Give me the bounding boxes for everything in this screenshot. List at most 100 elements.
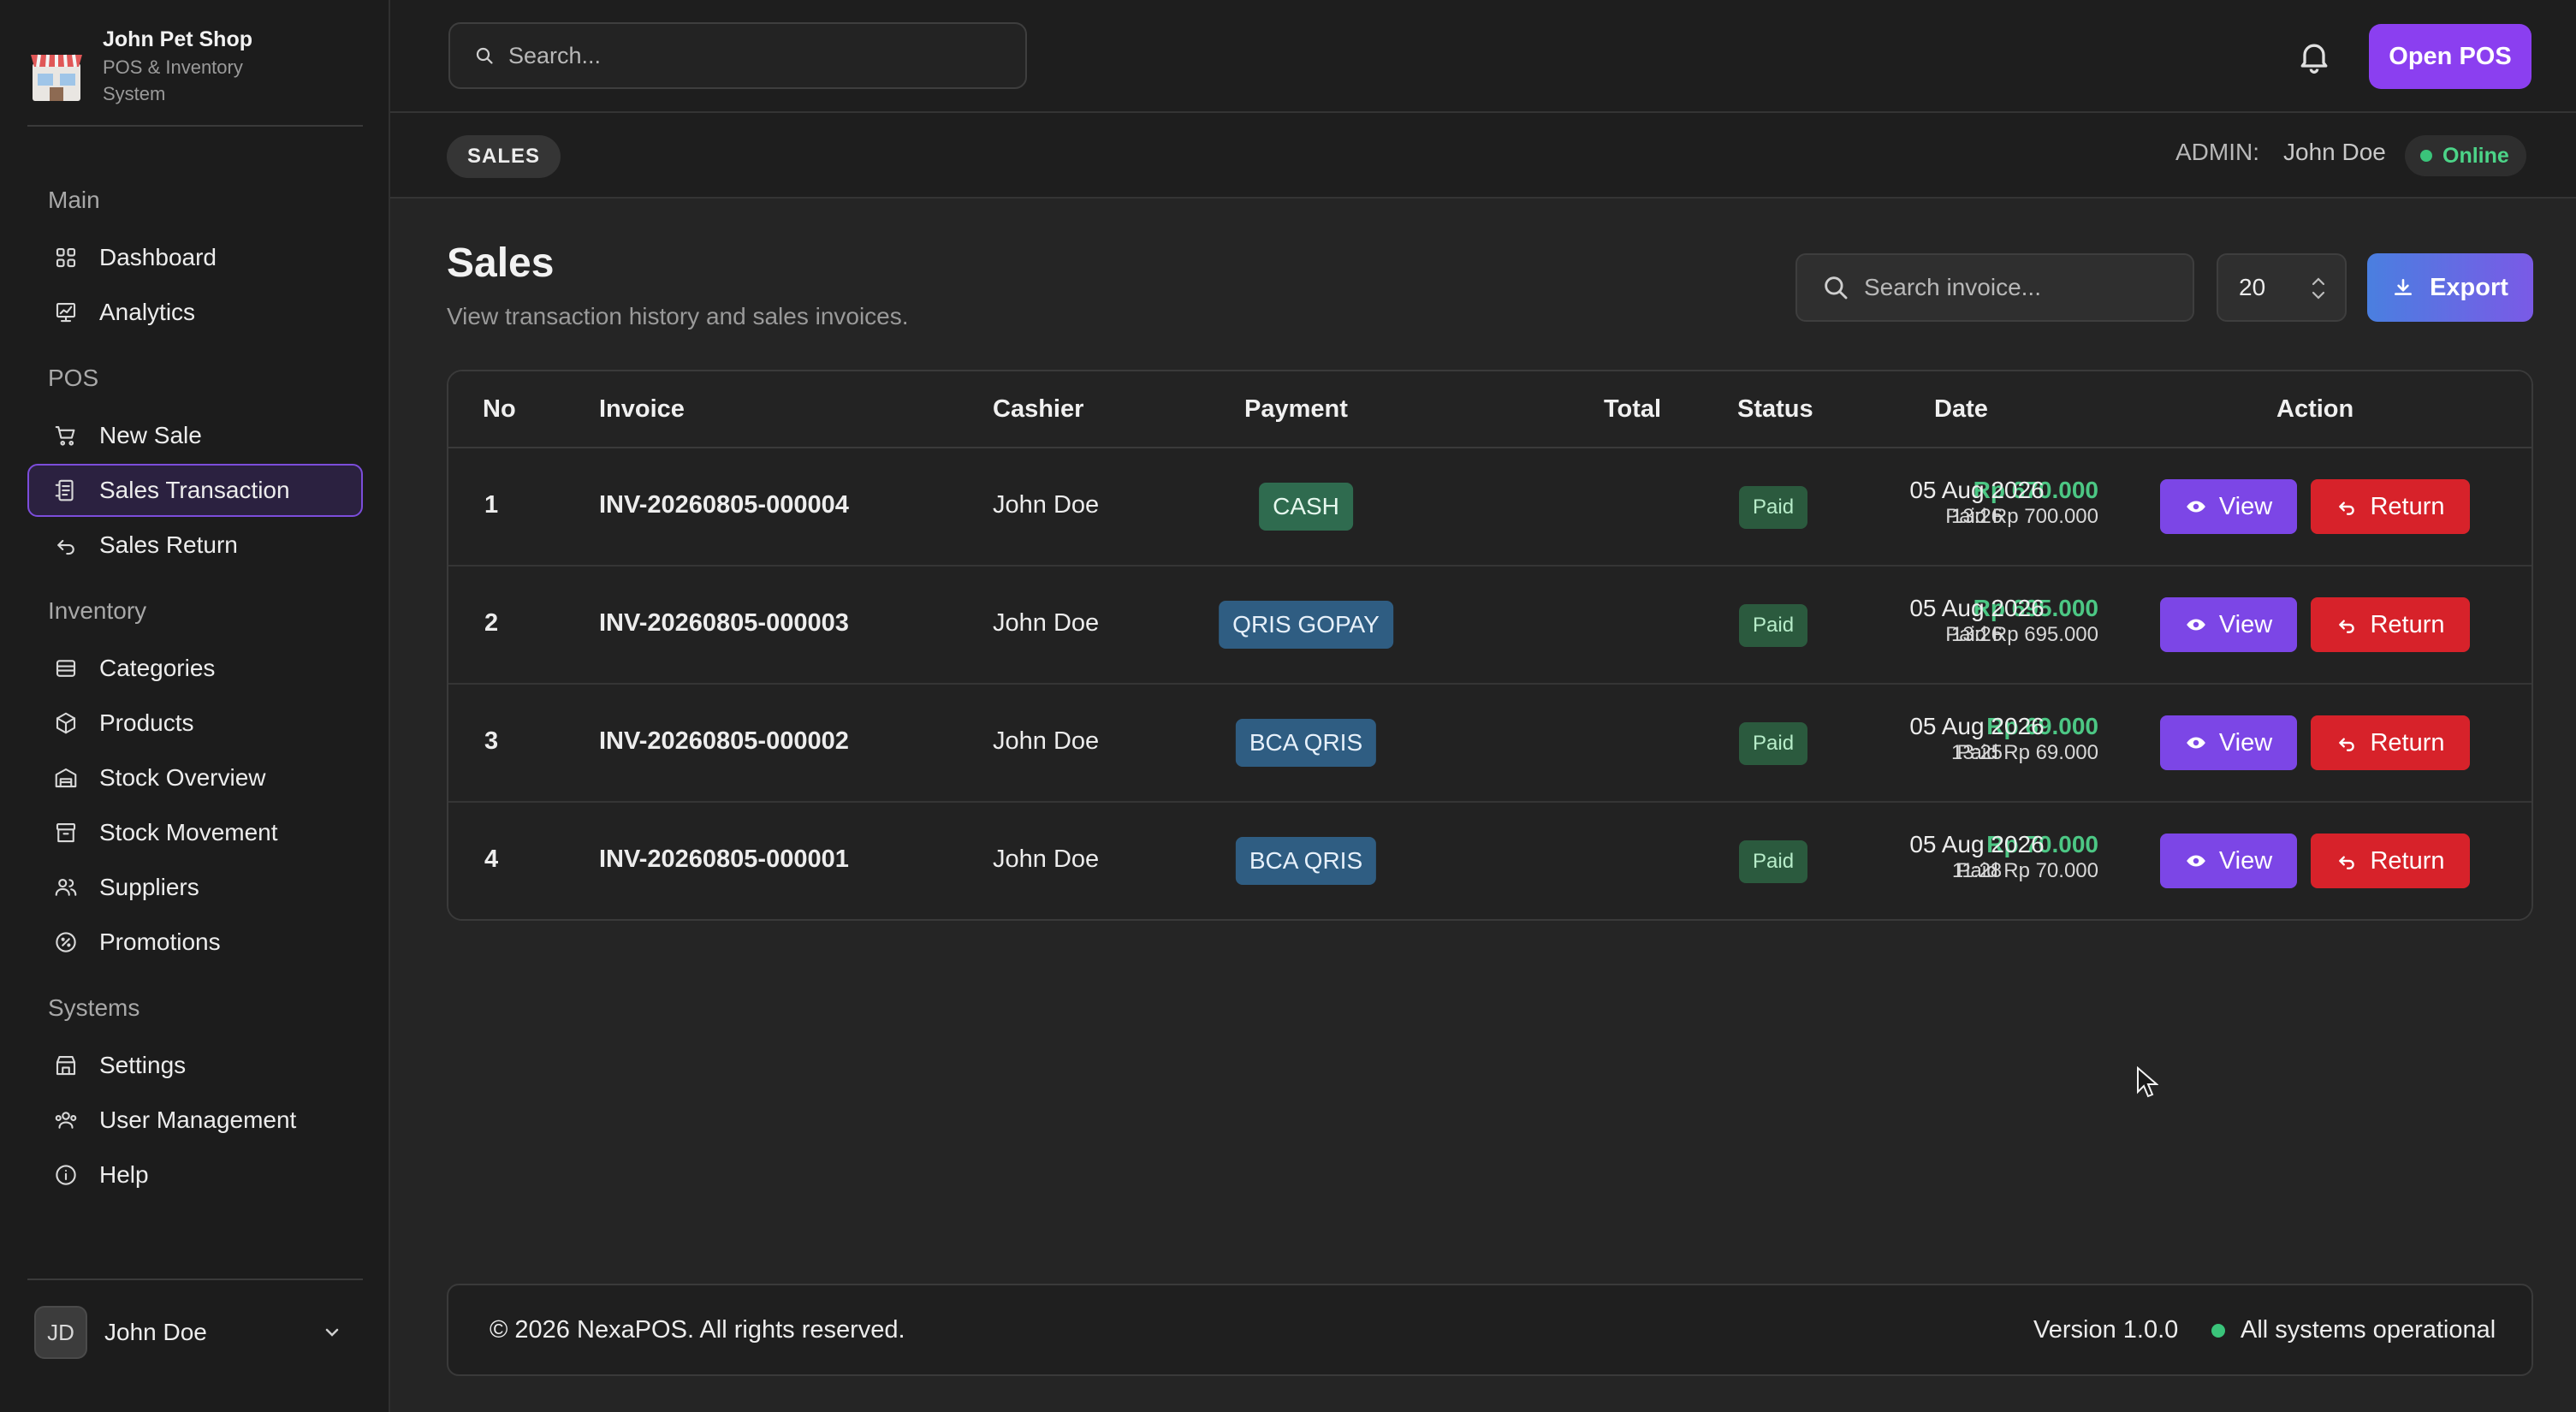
status-badge: Paid bbox=[1739, 840, 1808, 883]
sidebar-item-label: Products bbox=[99, 709, 194, 736]
sidebar-item-categories[interactable]: Categories bbox=[27, 642, 363, 695]
sidebar-item-sales-return[interactable]: Sales Return bbox=[27, 519, 363, 572]
undo-icon bbox=[2339, 501, 2355, 515]
date-text: 05 Aug 2026 bbox=[1909, 477, 2045, 503]
invoice-number: INV-20260805-000003 bbox=[599, 609, 849, 637]
percent-badge-icon bbox=[51, 928, 80, 957]
receipt-icon bbox=[51, 476, 80, 505]
bell-icon[interactable] bbox=[2295, 38, 2333, 75]
col-total: Total bbox=[1604, 395, 1662, 423]
view-button[interactable]: View bbox=[2160, 834, 2297, 888]
payment-badge: BCA QRIS bbox=[1235, 837, 1377, 885]
status-text: Online bbox=[2442, 143, 2509, 168]
top-header: Open POS bbox=[390, 0, 2576, 113]
per-page-value: 20 bbox=[2239, 274, 2266, 300]
time-text: 11:28 bbox=[1951, 858, 2003, 882]
undo-icon bbox=[51, 531, 80, 560]
undo-icon bbox=[2339, 856, 2355, 869]
sidebar-item-dashboard[interactable]: Dashboard bbox=[27, 231, 363, 284]
sidebar-item-promotions[interactable]: Promotions bbox=[27, 916, 363, 969]
view-label: View bbox=[2218, 492, 2273, 520]
users-icon bbox=[51, 873, 80, 902]
cashier-name: John Doe bbox=[993, 491, 1100, 519]
up-down-chevron-icon bbox=[2312, 277, 2325, 300]
col-cashier: Cashier bbox=[993, 395, 1084, 423]
page-subtitle: View transaction history and sales invoi… bbox=[447, 303, 909, 329]
view-button[interactable]: View bbox=[2160, 597, 2297, 652]
return-button[interactable]: Return bbox=[2311, 597, 2470, 652]
undo-icon bbox=[2339, 620, 2355, 633]
cashier-name: John Doe bbox=[993, 727, 1100, 755]
row-number: 2 bbox=[484, 609, 499, 637]
global-search[interactable] bbox=[448, 22, 1027, 89]
brand: John Pet Shop POS & Inventory System bbox=[27, 26, 363, 127]
sidebar-item-settings[interactable]: Settings bbox=[27, 1039, 363, 1092]
sidebar-item-stock-movement[interactable]: Stock Movement bbox=[27, 806, 363, 859]
sidebar-item-label: Stock Movement bbox=[99, 819, 278, 845]
sidebar-item-analytics[interactable]: Analytics bbox=[27, 286, 363, 339]
sidebar-item-user-management[interactable]: User Management bbox=[27, 1094, 363, 1147]
invoice-search-input[interactable] bbox=[1864, 274, 2172, 301]
row-number: 4 bbox=[484, 845, 499, 873]
grid-icon bbox=[51, 243, 80, 272]
chart-icon bbox=[51, 298, 80, 327]
date-text: 05 Aug 2026 bbox=[1909, 595, 2045, 621]
online-dot-icon bbox=[2420, 150, 2432, 162]
date-cell: 05 Aug 2026 11:28 bbox=[1874, 830, 2080, 883]
chevron-down-icon[interactable] bbox=[322, 1322, 342, 1343]
sales-table: No Invoice Cashier Payment Total Status … bbox=[447, 370, 2533, 921]
return-button[interactable]: Return bbox=[2311, 715, 2470, 770]
footer: © 2026 NexaPOS. All rights reserved. Ver… bbox=[447, 1284, 2533, 1376]
return-button[interactable]: Return bbox=[2311, 834, 2470, 888]
sidebar-item-help[interactable]: Help bbox=[27, 1148, 363, 1201]
sidebar-item-label: Stock Overview bbox=[99, 764, 266, 791]
admin-label: ADMIN: bbox=[2175, 139, 2259, 165]
breadcrumb: SALES bbox=[447, 135, 561, 178]
info-icon bbox=[51, 1160, 80, 1190]
invoice-search[interactable] bbox=[1795, 253, 2194, 322]
sidebar-item-stock-overview[interactable]: Stock Overview bbox=[27, 751, 363, 804]
col-invoice: Invoice bbox=[599, 395, 685, 423]
view-label: View bbox=[2218, 610, 2273, 638]
sidebar-item-label: Promotions bbox=[99, 928, 221, 955]
table-row: 2 INV-20260805-000003 John Doe QRIS GOPAY Rp… bbox=[448, 567, 2531, 685]
sidebar-item-label: Help bbox=[99, 1161, 149, 1188]
sidebar-item-products[interactable]: Products bbox=[27, 697, 363, 750]
sidebar: John Pet Shop POS & Inventory System Mai… bbox=[0, 0, 390, 1412]
invoice-number: INV-20260805-000002 bbox=[599, 727, 849, 755]
sidebar-item-new-sale[interactable]: New Sale bbox=[27, 409, 363, 462]
sidebar-item-suppliers[interactable]: Suppliers bbox=[27, 861, 363, 914]
col-action: Action bbox=[2276, 395, 2354, 423]
col-no: No bbox=[483, 395, 516, 423]
per-page-select[interactable]: 20 bbox=[2217, 253, 2347, 322]
sub-header: SALES ADMIN: John Doe Online bbox=[390, 113, 2576, 199]
invoice-number: INV-20260805-000004 bbox=[599, 491, 849, 519]
brand-subtitle: POS & Inventory System bbox=[103, 56, 243, 105]
return-button[interactable]: Return bbox=[2311, 479, 2470, 534]
export-button[interactable]: Export bbox=[2367, 253, 2533, 322]
payment-badge: CASH bbox=[1259, 483, 1353, 531]
sidebar-item-label: Suppliers bbox=[99, 874, 199, 900]
view-button[interactable]: View bbox=[2160, 715, 2297, 770]
date-cell: 05 Aug 2026 13:25 bbox=[1874, 712, 2080, 765]
user-menu[interactable]: JD John Doe bbox=[27, 1279, 363, 1385]
sidebar-item-label: User Management bbox=[99, 1106, 297, 1133]
payment-badge: BCA QRIS bbox=[1235, 719, 1377, 767]
nav-section-pos: POS bbox=[48, 365, 99, 391]
sidebar-item-label: Categories bbox=[99, 655, 216, 681]
undo-icon bbox=[2339, 738, 2355, 751]
invoice-number: INV-20260805-000001 bbox=[599, 845, 849, 873]
mouse-cursor-icon bbox=[2137, 1066, 2158, 1098]
col-date: Date bbox=[1934, 395, 1988, 423]
sidebar-item-sales-transaction[interactable]: Sales Transaction bbox=[27, 464, 363, 517]
global-search-input[interactable] bbox=[508, 42, 988, 69]
sidebar-item-label: Settings bbox=[99, 1052, 187, 1078]
brand-name: John Pet Shop bbox=[103, 27, 252, 51]
open-pos-button[interactable]: Open POS bbox=[2369, 24, 2531, 89]
cashier-name: John Doe bbox=[993, 845, 1100, 873]
sidebar-item-label: New Sale bbox=[99, 422, 202, 448]
view-button[interactable]: View bbox=[2160, 479, 2297, 534]
date-cell: 05 Aug 2026 13:26 bbox=[1874, 476, 2080, 529]
sidebar-nav: Main Dashboard Analytics POS New Sale Sales T… bbox=[27, 171, 363, 1203]
admin-name: John Doe bbox=[2283, 139, 2386, 165]
